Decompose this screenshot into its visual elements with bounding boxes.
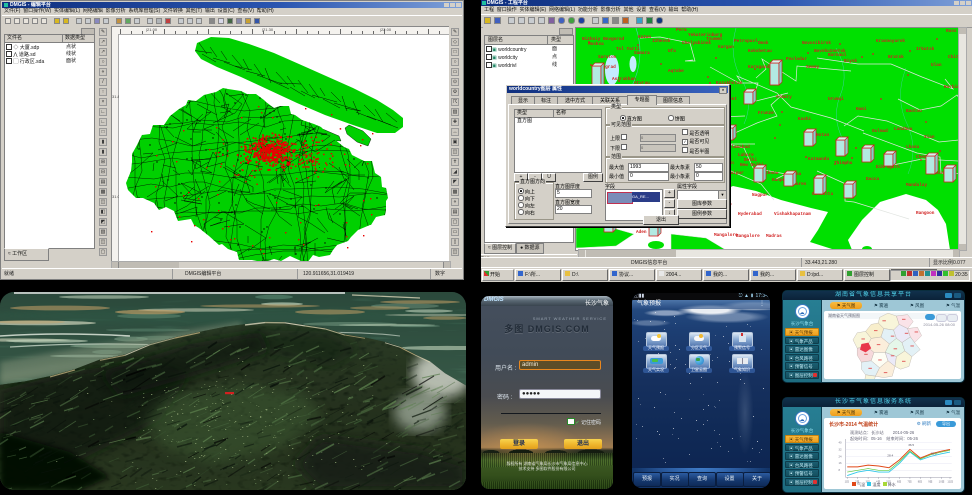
svg-text:Novosibirsk: Novosibirsk (802, 41, 831, 46)
svg-text:Kazan: Kazan (638, 35, 652, 40)
svg-text:28.4: 28.4 (887, 453, 893, 457)
svg-text:Perm: Perm (676, 28, 687, 33)
svg-text:Russ: Russ (946, 29, 957, 34)
svg-text:Frunze: Frunze (758, 111, 774, 116)
svg-text:32: 32 (839, 447, 843, 451)
svg-text:Nagpur: Nagpur (752, 193, 768, 198)
svg-text:Lhasa: Lhasa (906, 145, 920, 150)
svg-text:Izhevsk: Izhevsk (652, 39, 671, 44)
svg-text:Petropavl: Petropavl (734, 39, 758, 44)
svg-text:24: 24 (839, 454, 843, 458)
svg-text:Biysk: Biysk (844, 59, 858, 64)
svg-text:6日: 6日 (897, 480, 902, 484)
svg-text:Barnaul: Barnaul (828, 53, 847, 58)
svg-text:Pavlodar: Pavlodar (786, 57, 807, 62)
svg-text:Moskva: Moskva (588, 42, 604, 47)
svg-text:Madras: Madras (766, 234, 782, 239)
svg-text:8: 8 (839, 468, 841, 472)
svg-text:Jaipur: Jaipur (728, 171, 744, 176)
svg-text:Delhi: Delhi (744, 158, 758, 163)
svg-text:Kashi: Kashi (798, 117, 812, 122)
svg-text:Baotou: Baotou (906, 109, 922, 114)
svg-text:Karaganda: Karaganda (748, 65, 772, 70)
svg-text:Hotan: Hotan (816, 133, 830, 138)
svg-text:Lanzhou: Lanzhou (894, 127, 913, 132)
svg-text:Thimphu: Thimphu (834, 161, 853, 166)
svg-text:Mangalore: Mangalore (714, 233, 738, 238)
svg-text:Ufa: Ufa (668, 49, 676, 54)
svg-text:10日: 10日 (939, 480, 945, 484)
svg-text:Irkutsk: Irkutsk (916, 47, 935, 52)
svg-text:Katmandu: Katmandu (808, 157, 829, 162)
svg-text:Dacca: Dacca (866, 177, 880, 182)
svg-text:33.2: 33.2 (931, 452, 937, 456)
svg-text:Kokshetau: Kokshetau (748, 49, 772, 54)
svg-text:Omsk: Omsk (758, 41, 769, 46)
svg-text:1日: 1日 (845, 480, 850, 484)
svg-text:36.5: 36.5 (908, 443, 914, 447)
svg-text:8日: 8日 (918, 480, 923, 484)
svg-text:Aqtobe: Aqtobe (668, 69, 684, 74)
svg-text:Aden: Aden (636, 230, 647, 235)
svg-text:Almaty: Almaty (776, 95, 792, 100)
svg-text:Ulan: Ulan (931, 63, 942, 68)
svg-text:Golmud: Golmud (872, 129, 888, 134)
svg-text:40: 40 (839, 440, 843, 444)
svg-text:Harbin: Harbin (944, 85, 959, 90)
svg-text:Xian: Xian (924, 135, 935, 140)
svg-text:7日: 7日 (907, 480, 912, 484)
svg-text:Astrakhan: Astrakhan (612, 77, 636, 82)
svg-text:Hyderabad: Hyderabad (738, 212, 762, 217)
svg-text:Semey: Semey (806, 65, 820, 70)
svg-text:Saratov: Saratov (598, 55, 617, 60)
svg-text:Mandalay: Mandalay (906, 183, 927, 188)
svg-text:Bangalore: Bangalore (736, 234, 760, 239)
svg-text:9日: 9日 (928, 480, 933, 484)
svg-text:Hami: Hami (856, 107, 867, 112)
svg-text:Vishakhapatnam: Vishakhapatnam (774, 212, 811, 217)
svg-text:16: 16 (839, 461, 843, 465)
svg-text:Tol Yatti: Tol Yatti (616, 47, 640, 52)
svg-text:Bratsk: Bratsk (888, 55, 904, 60)
svg-text:Krasnoyarsk: Krasnoyarsk (876, 39, 905, 44)
svg-text:11日: 11日 (947, 480, 953, 484)
svg-text:Kurgan: Kurgan (718, 45, 734, 50)
svg-text:Tyumen: Tyumen (706, 37, 722, 42)
svg-text:Urumqi: Urumqi (828, 97, 844, 102)
svg-text:Rangoon: Rangoon (916, 211, 935, 216)
